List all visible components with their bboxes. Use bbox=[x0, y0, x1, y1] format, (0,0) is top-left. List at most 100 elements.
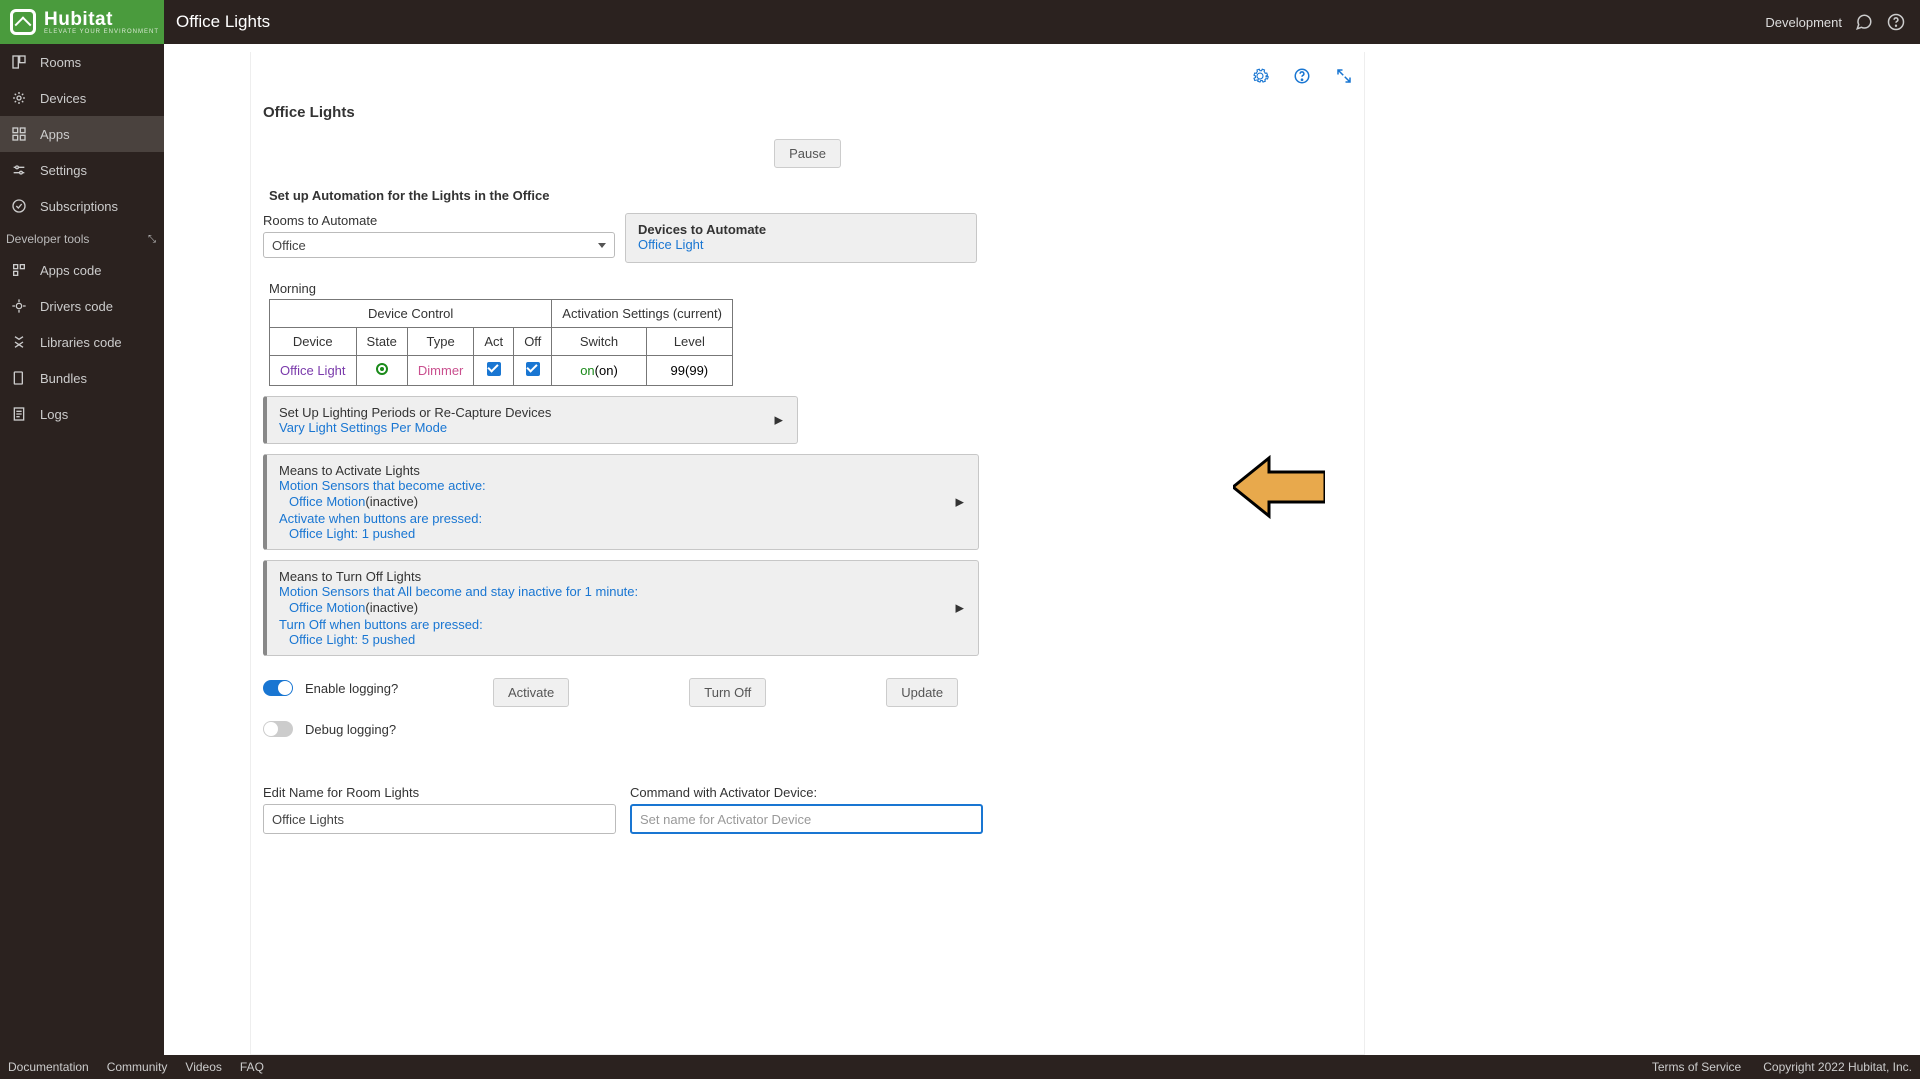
col-act: Act bbox=[474, 328, 514, 356]
edit-name-label: Edit Name for Room Lights bbox=[263, 785, 616, 800]
debug-logging-label: Debug logging? bbox=[305, 722, 396, 737]
sidebar-item-apps-code[interactable]: Apps code bbox=[0, 252, 164, 288]
subscriptions-icon bbox=[10, 197, 28, 215]
col-switch: Switch bbox=[552, 328, 646, 356]
devices-card[interactable]: Devices to Automate Office Light bbox=[625, 213, 977, 263]
switch-target: on bbox=[580, 363, 594, 378]
logs-icon bbox=[10, 405, 28, 423]
turnoff-l4: Office Light: 5 pushed bbox=[289, 632, 966, 647]
room-lights-name-input[interactable] bbox=[263, 804, 616, 834]
footer-terms[interactable]: Terms of Service bbox=[1652, 1060, 1741, 1074]
turnoff-l2a: Office Motion bbox=[289, 600, 365, 615]
state-on-icon bbox=[376, 363, 388, 375]
help-icon[interactable] bbox=[1886, 12, 1906, 32]
expand-icon[interactable] bbox=[1334, 66, 1354, 86]
sidebar-item-label: Rooms bbox=[40, 55, 81, 70]
activate-l4: Office Light: 1 pushed bbox=[289, 526, 966, 541]
sidebar-dev-label: Developer tools bbox=[6, 232, 89, 246]
turnoff-card-title: Means to Turn Off Lights bbox=[279, 569, 966, 584]
drivers-code-icon bbox=[10, 297, 28, 315]
switch-current: (on) bbox=[595, 363, 618, 378]
activate-l1: Motion Sensors that become active: bbox=[279, 478, 966, 493]
activator-label: Command with Activator Device: bbox=[630, 785, 983, 800]
activate-card[interactable]: Means to Activate Lights Motion Sensors … bbox=[263, 454, 979, 550]
sidebar-item-drivers-code[interactable]: Drivers code bbox=[0, 288, 164, 324]
gear-icon[interactable] bbox=[1250, 66, 1270, 86]
row-off[interactable] bbox=[514, 356, 552, 386]
help-circle-icon[interactable] bbox=[1292, 66, 1312, 86]
sidebar-dev-header[interactable]: Developer tools ⤡ bbox=[0, 224, 164, 252]
page-title: Office Lights bbox=[176, 12, 270, 32]
sidebar-item-logs[interactable]: Logs bbox=[0, 396, 164, 432]
footer: Documentation Community Videos FAQ Terms… bbox=[0, 1055, 1920, 1079]
devices-card-link[interactable]: Office Light bbox=[638, 237, 964, 252]
brand-tagline: ELEVATE YOUR ENVIRONMENT bbox=[44, 29, 159, 35]
activate-l2a: Office Motion bbox=[289, 494, 365, 509]
sidebar-item-devices[interactable]: Devices bbox=[0, 80, 164, 116]
collapse-icon: ⤡ bbox=[148, 234, 156, 245]
chevron-right-icon: ▶ bbox=[956, 496, 964, 509]
rooms-label: Rooms to Automate bbox=[263, 213, 615, 228]
table-row: Office Light Dimmer on(on) 99(99) bbox=[270, 356, 733, 386]
sidebar-item-apps[interactable]: Apps bbox=[0, 116, 164, 152]
row-type[interactable]: Dimmer bbox=[407, 356, 474, 386]
rooms-select[interactable]: Office bbox=[263, 232, 615, 258]
settings-icon bbox=[10, 161, 28, 179]
sidebar-item-label: Libraries code bbox=[40, 335, 122, 350]
top-bar: Hubitat ELEVATE YOUR ENVIRONMENT Office … bbox=[0, 0, 1920, 44]
turnoff-button[interactable]: Turn Off bbox=[689, 678, 766, 707]
row-act[interactable] bbox=[474, 356, 514, 386]
env-label: Development bbox=[1765, 15, 1842, 30]
sidebar-item-libraries-code[interactable]: Libraries code bbox=[0, 324, 164, 360]
sidebar-item-label: Devices bbox=[40, 91, 86, 106]
checkbox-act-icon bbox=[487, 362, 501, 376]
devices-card-title: Devices to Automate bbox=[638, 222, 964, 237]
row-state bbox=[356, 356, 407, 386]
sidebar-item-settings[interactable]: Settings bbox=[0, 152, 164, 188]
row-switch[interactable]: on(on) bbox=[552, 356, 646, 386]
col-type: Type bbox=[407, 328, 474, 356]
table-head-activation: Activation Settings (current) bbox=[552, 300, 733, 328]
sidebar-item-subscriptions[interactable]: Subscriptions bbox=[0, 188, 164, 224]
row-device[interactable]: Office Light bbox=[270, 356, 357, 386]
footer-link-faq[interactable]: FAQ bbox=[240, 1060, 264, 1074]
activate-l2b: (inactive) bbox=[365, 494, 418, 509]
debug-logging-toggle[interactable] bbox=[263, 721, 293, 737]
activate-card-title: Means to Activate Lights bbox=[279, 463, 966, 478]
row-level[interactable]: 99(99) bbox=[646, 356, 732, 386]
bundles-icon bbox=[10, 369, 28, 387]
level-current: (99) bbox=[685, 363, 708, 378]
col-off: Off bbox=[514, 328, 552, 356]
sidebar-item-bundles[interactable]: Bundles bbox=[0, 360, 164, 396]
enable-logging-toggle[interactable] bbox=[263, 680, 293, 696]
col-level: Level bbox=[646, 328, 732, 356]
sidebar-item-rooms[interactable]: Rooms bbox=[0, 44, 164, 80]
table-head-control: Device Control bbox=[270, 300, 552, 328]
sidebar-item-label: Settings bbox=[40, 163, 87, 178]
turnoff-l3: Turn Off when buttons are pressed: bbox=[279, 617, 966, 632]
period-label: Morning bbox=[269, 281, 1352, 296]
turnoff-card[interactable]: Means to Turn Off Lights Motion Sensors … bbox=[263, 560, 979, 656]
chat-icon[interactable] bbox=[1854, 12, 1874, 32]
sidebar-item-label: Apps bbox=[40, 127, 70, 142]
libraries-code-icon bbox=[10, 333, 28, 351]
lighting-periods-card[interactable]: Set Up Lighting Periods or Re-Capture De… bbox=[263, 396, 798, 444]
top-right-group: Development bbox=[1765, 0, 1906, 44]
pause-button[interactable]: Pause bbox=[774, 139, 841, 168]
brand-logo[interactable]: Hubitat ELEVATE YOUR ENVIRONMENT bbox=[0, 0, 164, 44]
apps-code-icon bbox=[10, 261, 28, 279]
footer-link-videos[interactable]: Videos bbox=[185, 1060, 221, 1074]
activator-device-input[interactable] bbox=[630, 804, 983, 834]
brand-name: Hubitat bbox=[44, 9, 159, 31]
rooms-icon bbox=[10, 53, 28, 71]
sidebar-item-label: Logs bbox=[40, 407, 68, 422]
footer-link-documentation[interactable]: Documentation bbox=[8, 1060, 89, 1074]
footer-link-community[interactable]: Community bbox=[107, 1060, 168, 1074]
turnoff-l2b: (inactive) bbox=[365, 600, 418, 615]
turnoff-l1: Motion Sensors that All become and stay … bbox=[279, 584, 966, 599]
update-button[interactable]: Update bbox=[886, 678, 958, 707]
activate-button[interactable]: Activate bbox=[493, 678, 569, 707]
apps-icon bbox=[10, 125, 28, 143]
content-area: Office Lights Pause Set up Automation fo… bbox=[164, 44, 1920, 1055]
sidebar: Rooms Devices Apps Settings Subscription… bbox=[0, 44, 164, 1055]
